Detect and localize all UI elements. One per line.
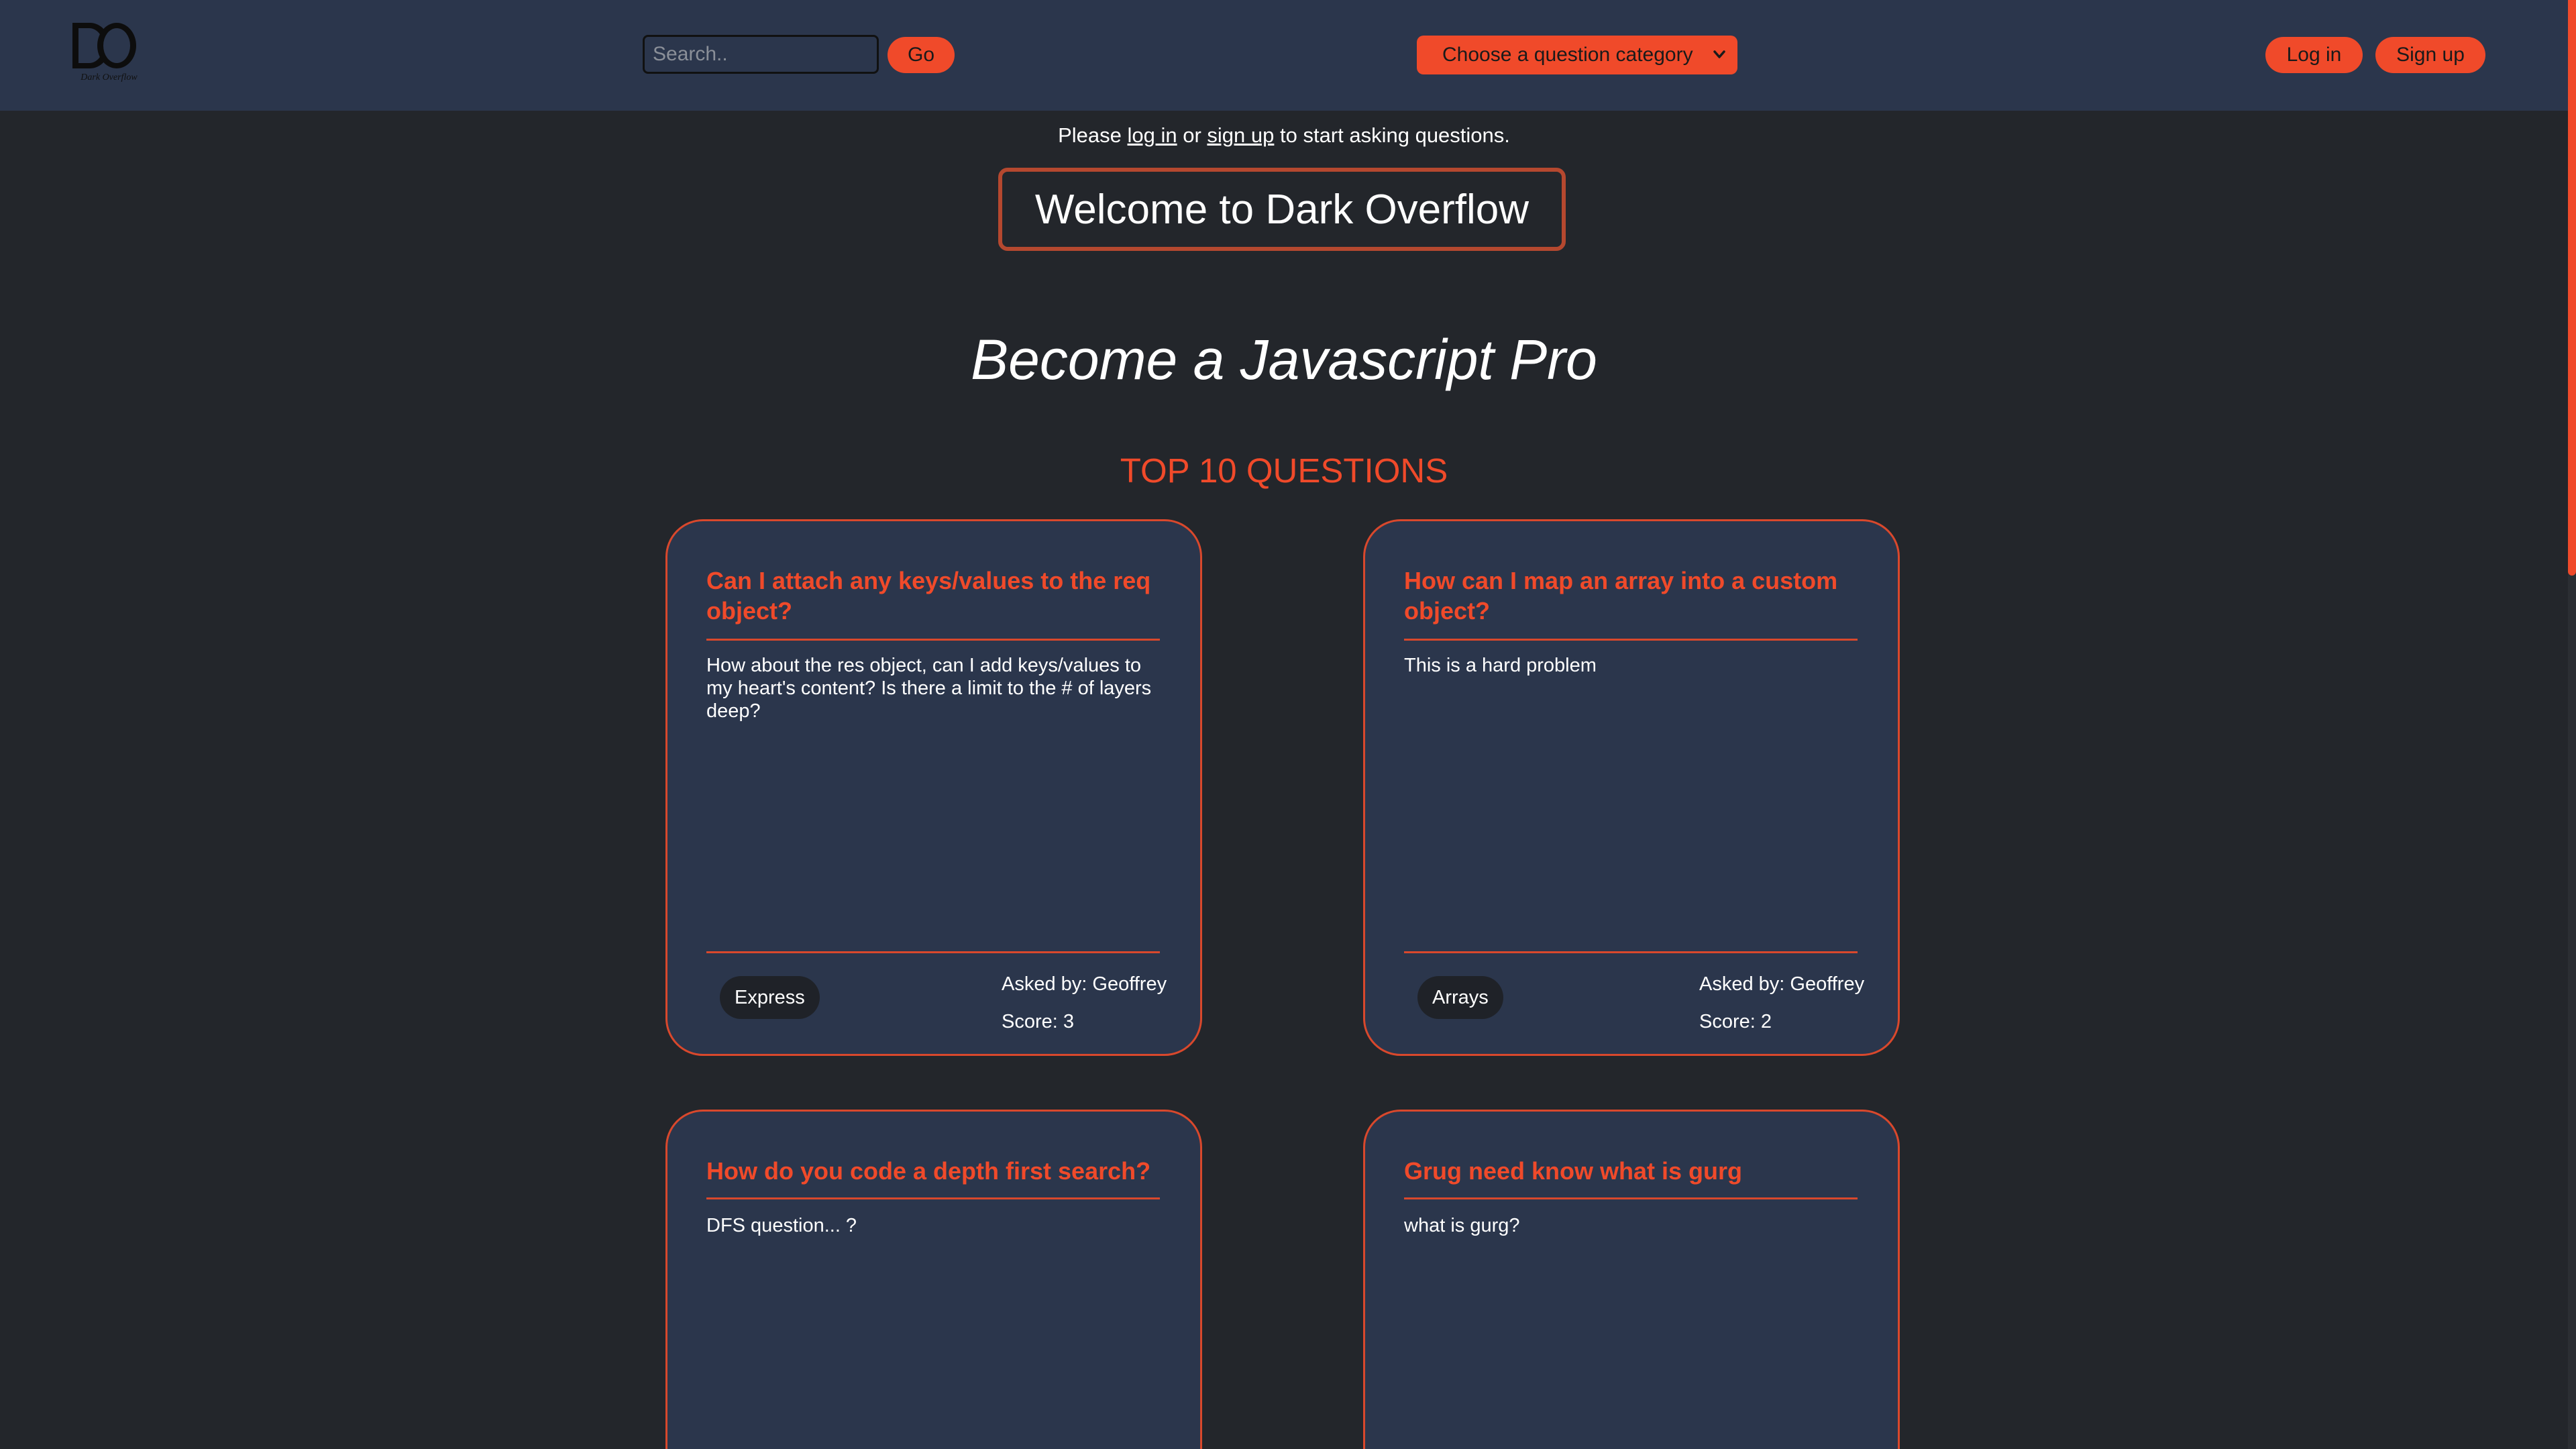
question-tag[interactable]: Express (720, 976, 820, 1019)
top-navbar: Dark Overflow Go Choose a question categ… (0, 0, 2568, 111)
card-divider (1404, 1197, 1858, 1199)
question-card[interactable]: How can I map an array into a custom obj… (1363, 519, 1900, 1056)
question-tag[interactable]: Arrays (1417, 976, 1503, 1019)
question-title[interactable]: How can I map an array into a custom obj… (1404, 566, 1860, 626)
question-body: How about the res object, can I add keys… (706, 655, 1152, 722)
card-divider (706, 951, 1160, 953)
notice-text-middle: or (1177, 123, 1208, 147)
question-body: what is gurg? (1404, 1215, 1520, 1236)
search-input[interactable] (643, 35, 879, 74)
login-button[interactable]: Log in (2265, 37, 2363, 73)
notice-login-link[interactable]: log in (1128, 123, 1177, 147)
question-body: This is a hard problem (1404, 655, 1597, 676)
category-select-label: Choose a question category (1442, 44, 1693, 66)
card-divider (1404, 951, 1858, 953)
signup-button[interactable]: Sign up (2375, 37, 2485, 73)
card-divider (706, 1197, 1160, 1199)
card-divider (706, 639, 1160, 641)
question-card[interactable]: Can I attach any keys/values to the req … (665, 519, 1202, 1056)
question-author: Asked by: Geoffrey (1002, 973, 1167, 995)
scrollbar-thumb[interactable] (2568, 0, 2576, 576)
question-body: DFS question... ? (706, 1215, 857, 1236)
question-score: Score: 3 (1002, 1011, 1074, 1032)
question-score: Score: 2 (1699, 1011, 1772, 1032)
logo-caption: Dark Overflow (80, 72, 138, 83)
question-card[interactable]: How do you code a depth first search? DF… (665, 1110, 1202, 1449)
page-scrollbar[interactable] (2568, 0, 2576, 1449)
search-go-button[interactable]: Go (888, 37, 955, 73)
welcome-banner: Welcome to Dark Overflow (998, 168, 1566, 251)
question-title[interactable]: How do you code a depth first search? (706, 1156, 1163, 1186)
question-title[interactable]: Can I attach any keys/values to the req … (706, 566, 1163, 626)
notice-text-after: to start asking questions. (1274, 123, 1510, 147)
notice-text-before: Please (1058, 123, 1128, 147)
site-logo[interactable]: Dark Overflow (67, 20, 151, 87)
question-card[interactable]: Grug need know what is gurg what is gurg… (1363, 1110, 1900, 1449)
top-questions-heading: TOP 10 QUESTIONS (1120, 451, 1448, 490)
notice-signup-link[interactable]: sign up (1207, 123, 1274, 147)
chevron-down-icon (1713, 50, 1725, 58)
category-select[interactable]: Choose a question category (1417, 36, 1737, 74)
question-author: Asked by: Geoffrey (1699, 973, 1865, 995)
question-title[interactable]: Grug need know what is gurg (1404, 1156, 1860, 1186)
tagline: Become a Javascript Pro (971, 328, 1597, 391)
card-divider (1404, 639, 1858, 641)
logo-mark-icon (72, 23, 136, 68)
page: Dark Overflow Go Choose a question categ… (0, 0, 2576, 1449)
login-notice: Please log in or sign up to start asking… (0, 123, 2568, 148)
